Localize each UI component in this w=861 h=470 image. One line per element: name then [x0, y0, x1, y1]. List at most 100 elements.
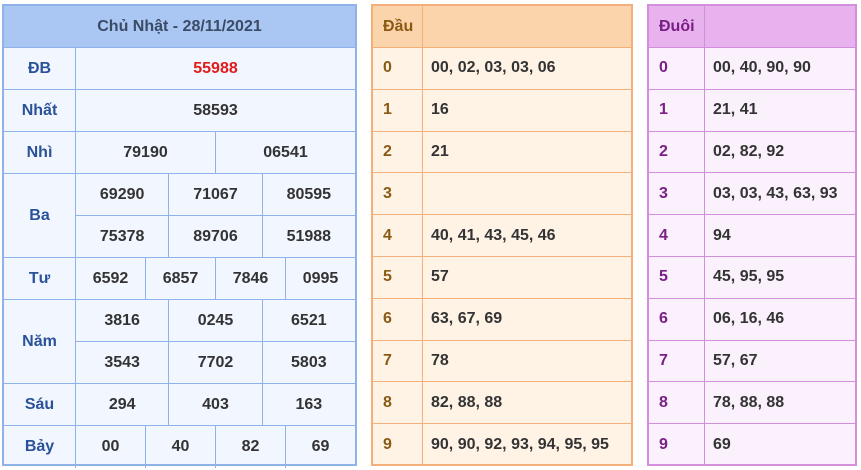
duoi-values: 78, 88, 88 — [713, 393, 785, 411]
results-table: Chủ Nhật - 28/11/2021 ĐB 55988 Nhất 58593 Nh… — [2, 4, 357, 468]
dau-digit: 7 — [373, 340, 423, 382]
dau-digit: 6 — [373, 298, 423, 340]
prize-number: 75378 — [76, 216, 170, 257]
duoi-digit: 4 — [649, 215, 705, 256]
dau-digit: 9 — [373, 424, 423, 466]
duoi-digit: 1 — [649, 89, 705, 131]
dau-values: 57 — [431, 268, 449, 286]
prize-number: 69 — [311, 438, 330, 455]
dau-values: 90, 90, 92, 93, 94, 95, 95 — [431, 436, 609, 454]
dau-row: 1 16 — [373, 89, 631, 132]
prize-label: Nhất — [4, 90, 76, 131]
duoi-values: 21, 41 — [713, 101, 758, 119]
prize-number: 403 — [169, 384, 263, 425]
results-body: ĐB 55988 Nhất 58593 Nhì 79190 06541 Ba 69290 7106… — [4, 48, 355, 468]
duoi-values: 00, 40, 90, 90 — [713, 59, 811, 77]
dau-values: 16 — [431, 101, 449, 119]
duoi-digit: 9 — [649, 424, 705, 466]
prize-number: 0995 — [302, 269, 339, 287]
dau-row: 7 78 — [373, 340, 631, 383]
prize-label: Tư — [4, 258, 76, 299]
prize-number: 58593 — [193, 101, 238, 119]
prize-label: Bảy — [4, 426, 76, 468]
dau-digit: 3 — [373, 173, 423, 215]
dau-body: 0 00, 02, 03, 03, 06 1 16 2 21 3 4 40, 41, 43, 4… — [373, 48, 631, 466]
prize-line: 6592 6857 7846 0995 — [76, 258, 355, 299]
duoi-digit: 5 — [649, 256, 705, 298]
dau-digit: 4 — [373, 215, 423, 256]
duoi-digit: 0 — [649, 48, 705, 89]
prize-line: 00 40 82 69 — [76, 426, 355, 468]
duoi-values: 94 — [713, 226, 731, 244]
prize-number: 7846 — [216, 258, 286, 299]
duoi-row: 5 45, 95, 95 — [649, 256, 855, 299]
duoi-values: 02, 82, 92 — [713, 142, 785, 160]
dau-header-row: Đầu — [373, 6, 631, 48]
duoi-row: 8 78, 88, 88 — [649, 382, 855, 425]
duoi-row: 1 21, 41 — [649, 89, 855, 132]
prize-label: ĐB — [4, 48, 76, 89]
prize-label: Sáu — [4, 384, 76, 425]
duoi-digit: 7 — [649, 340, 705, 382]
prize-line: 55988 — [76, 48, 355, 89]
duoi-row: 3 03, 03, 43, 63, 93 — [649, 173, 855, 216]
prize-number: 294 — [76, 384, 170, 425]
prize-row: Nhì 79190 06541 — [4, 132, 355, 174]
dau-values: 78 — [431, 351, 449, 369]
duoi-row: 6 06, 16, 46 — [649, 298, 855, 341]
dau-row: 6 63, 67, 69 — [373, 298, 631, 341]
prize-number: 40 — [146, 426, 216, 468]
prize-number: 6521 — [291, 311, 327, 329]
prize-number: 7702 — [169, 342, 263, 383]
duoi-body: 0 00, 40, 90, 90 1 21, 41 2 02, 82, 92 3 03, 03… — [649, 48, 855, 466]
dau-values: 21 — [431, 142, 449, 160]
prize-number: 5803 — [291, 353, 327, 371]
prize-row: ĐB 55988 — [4, 48, 355, 90]
prize-number: 163 — [295, 395, 323, 413]
prize-number: 3816 — [76, 300, 170, 341]
prize-row: Sáu 294 403 163 — [4, 384, 355, 426]
duoi-values: 03, 03, 43, 63, 93 — [713, 184, 838, 202]
duoi-values: 45, 95, 95 — [713, 268, 785, 286]
duoi-values: 06, 16, 46 — [713, 310, 785, 328]
duoi-header-row: Đuôi — [649, 6, 855, 48]
prize-number: 89706 — [169, 216, 263, 257]
duoi-row: 0 00, 40, 90, 90 — [649, 48, 855, 90]
dau-header: Đầu — [373, 6, 423, 47]
prize-line: 58593 — [76, 90, 355, 131]
results-title: Chủ Nhật - 28/11/2021 — [4, 6, 355, 48]
duoi-digit: 8 — [649, 382, 705, 424]
duoi-row: 4 94 — [649, 215, 855, 257]
prize-row: Bảy 00 40 82 69 — [4, 426, 355, 468]
dau-values: 40, 41, 43, 45, 46 — [431, 226, 556, 244]
prize-number: 82 — [216, 426, 286, 468]
dau-digit: 8 — [373, 382, 423, 424]
dau-row: 5 57 — [373, 256, 631, 299]
prize-line: 75378 89706 51988 — [76, 215, 355, 257]
dau-row: 4 40, 41, 43, 45, 46 — [373, 215, 631, 257]
dau-digit: 5 — [373, 256, 423, 298]
duoi-table: Đuôi 0 00, 40, 90, 90 1 21, 41 2 02, 82, 92 3 0… — [647, 4, 857, 466]
dau-values: 82, 88, 88 — [431, 393, 503, 411]
prize-line: 3816 0245 6521 — [76, 300, 355, 341]
prize-number: 0245 — [169, 300, 263, 341]
prize-row: Năm 3816 0245 6521 3543 7702 5803 — [4, 300, 355, 384]
dau-digit: 1 — [373, 89, 423, 131]
prize-line: 294 403 163 — [76, 384, 355, 425]
prize-number: 00 — [76, 426, 146, 468]
prize-line: 3543 7702 5803 — [76, 341, 355, 383]
prize-number: 06541 — [263, 143, 308, 161]
prize-number: 71067 — [169, 174, 263, 215]
dau-row: 9 90, 90, 92, 93, 94, 95, 95 — [373, 424, 631, 466]
duoi-row: 7 57, 67 — [649, 340, 855, 383]
duoi-header-blank — [705, 6, 855, 47]
prize-number: 51988 — [286, 227, 332, 245]
prize-label: Nhì — [4, 132, 76, 173]
prize-line: 79190 06541 — [76, 132, 355, 173]
duoi-digit: 6 — [649, 298, 705, 340]
prize-number: 80595 — [286, 185, 332, 203]
duoi-digit: 2 — [649, 131, 705, 173]
dau-table: Đầu 0 00, 02, 03, 03, 06 1 16 2 21 3 4 40, 41, 4… — [371, 4, 633, 466]
dau-row: 3 — [373, 173, 631, 216]
dau-digit: 2 — [373, 131, 423, 173]
